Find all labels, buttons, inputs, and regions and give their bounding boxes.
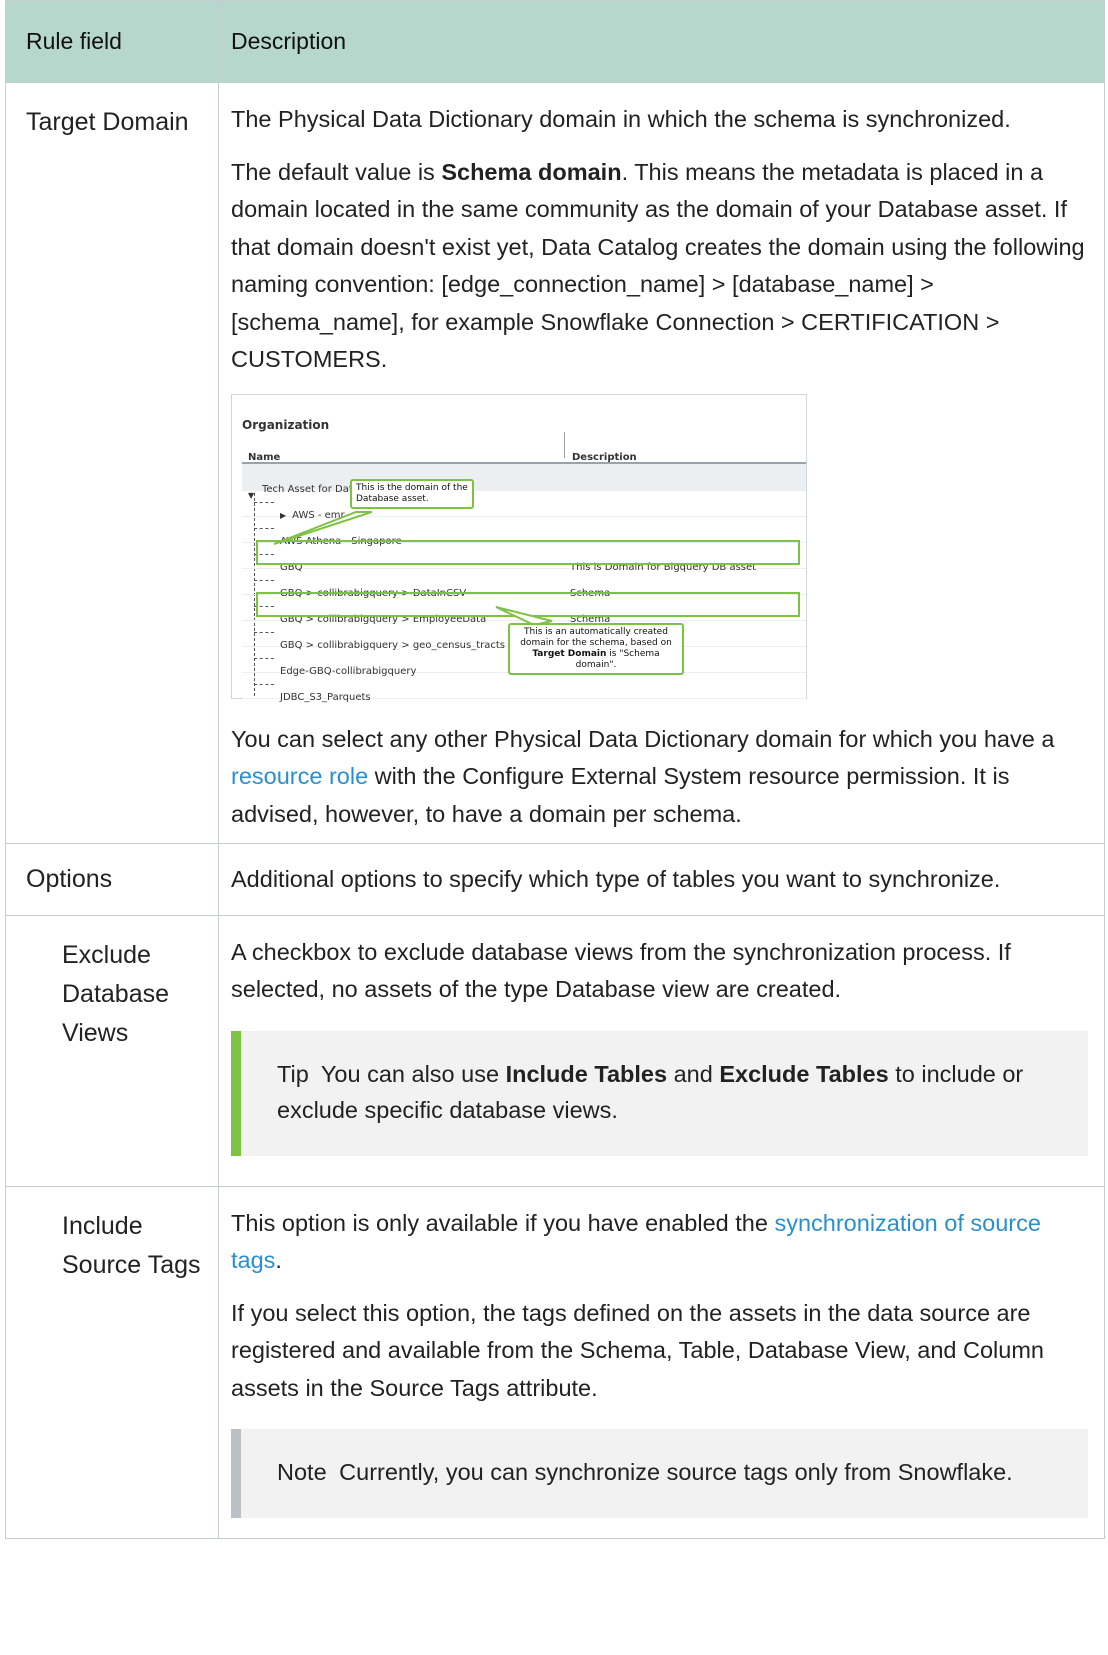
figure-row: JDBC_S3_Parquets (242, 672, 806, 703)
tree-branch (254, 527, 274, 529)
field-target-domain: Target Domain (5, 82, 219, 844)
tree-branch (254, 501, 274, 503)
desc-options: Additional options to specify which type… (218, 843, 1105, 916)
desc-target-domain: The Physical Data Dictionary domain in w… (218, 82, 1105, 844)
figure-header: Name Description (242, 431, 806, 464)
callout-database-domain: This is the domain of the Database asset… (350, 478, 474, 509)
text-span: . (275, 1247, 282, 1273)
tip-label: Tip (277, 1060, 309, 1087)
target-domain-select: You can select any other Physical Data D… (231, 721, 1090, 834)
options-text: Additional options to specify which type… (231, 866, 1001, 892)
source-tags-description: If you select this option, the tags defi… (231, 1299, 1044, 1401)
callout-text: This is an automatically created domain … (520, 626, 672, 648)
table-row-options: Options Additional options to specify wh… (5, 843, 1105, 916)
rule-fields-table: Rule field Description Target Domain The… (5, 0, 1105, 1539)
field-exclude-views: Exclude Database Views (5, 914, 219, 1187)
callout-bold: Target Domain (532, 648, 607, 659)
column-divider (564, 431, 565, 458)
text-span: You can select any other Physical Data D… (231, 725, 1055, 752)
header-description: Description (218, 0, 1105, 83)
table-header-row: Rule field Description (5, 0, 1105, 83)
bold-exclude-tables: Exclude Tables (719, 1060, 889, 1087)
text-span: You can also use (320, 1060, 506, 1087)
field-options: Options (5, 843, 219, 916)
row-name: JDBC_S3_Parquets (280, 691, 371, 703)
bold-schema-domain: Schema domain (441, 158, 622, 185)
text-span: The default value is (231, 158, 442, 185)
table-row-target-domain: Target Domain The Physical Data Dictiona… (5, 82, 1105, 844)
exclude-views-text: A checkbox to exclude database views fro… (231, 938, 1011, 1003)
target-domain-intro: The Physical Data Dictionary domain in w… (231, 106, 1011, 132)
resource-role-link[interactable]: resource role (231, 763, 368, 789)
note-box: Note Currently, you can synchronize sour… (231, 1429, 1088, 1518)
tree-branch (254, 631, 274, 633)
desc-exclude-views: A checkbox to exclude database views fro… (218, 914, 1105, 1187)
bold-include-tables: Include Tables (505, 1060, 668, 1087)
table-row-exclude-views: Exclude Database Views A checkbox to exc… (5, 914, 1105, 1187)
desc-source-tags: This option is only available if you hav… (218, 1185, 1105, 1539)
tip-box: Tip You can also use Include Tables and … (231, 1030, 1088, 1156)
callout-pointer-icon (273, 510, 372, 545)
source-tags-availability: This option is only available if you hav… (231, 1205, 1090, 1280)
note-label: Note (277, 1459, 327, 1485)
text-span: and (667, 1060, 720, 1087)
target-domain-default: The default value is Schema domain. This… (231, 154, 1090, 379)
text-span: . This means the metadata is placed in a… (231, 158, 1085, 373)
organization-screenshot: Organization Name Description Tech Asset… (231, 393, 807, 703)
tree-branch (254, 683, 274, 685)
callout-schema-domain: This is an automatically created domain … (508, 622, 684, 675)
header-rule-field: Rule field (5, 0, 219, 83)
text-span: This option is only available if you hav… (231, 1209, 775, 1236)
tree-branch (254, 657, 274, 659)
field-source-tags: Include Source Tags (5, 1185, 219, 1539)
figure-row: GBQ > collibrabigquery > DataInCSV Schem… (242, 568, 806, 599)
table-row-source-tags: Include Source Tags This option is only … (5, 1185, 1105, 1539)
figure-row: Tech Asset for Data Source ingestions (242, 463, 806, 495)
tree-branch (254, 579, 274, 581)
note-text: Currently, you can synchronize source ta… (339, 1459, 1013, 1485)
